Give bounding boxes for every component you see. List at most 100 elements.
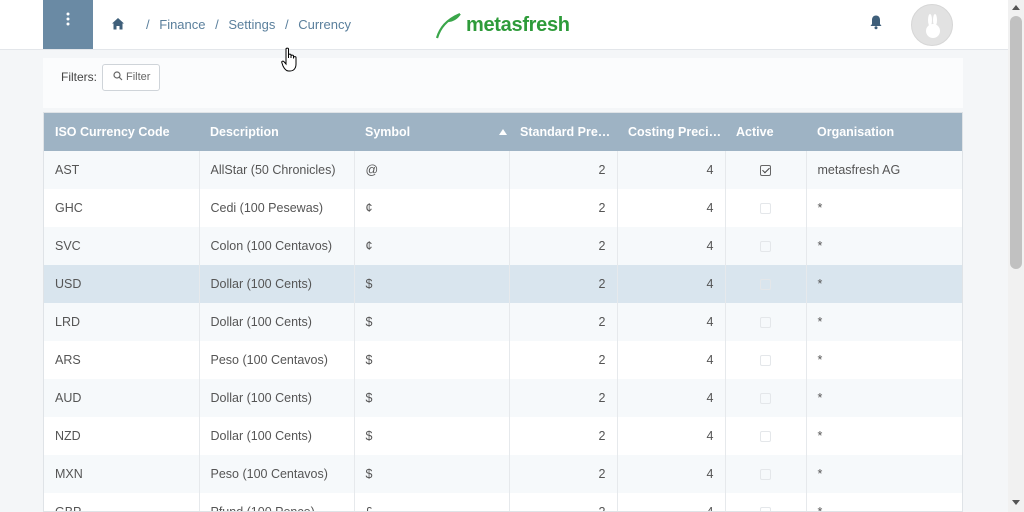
cell-organisation[interactable]: metasfresh AG [805, 151, 962, 189]
cell-organisation[interactable]: * [805, 189, 962, 227]
breadcrumb-item-currency[interactable]: Currency [298, 17, 351, 32]
breadcrumb-item-finance[interactable]: Finance [159, 17, 205, 32]
checkbox-unchecked-icon[interactable] [760, 203, 771, 215]
cell-description[interactable]: Colon (100 Centavos) [198, 227, 354, 265]
home-icon[interactable] [111, 17, 125, 31]
cell-active[interactable] [724, 303, 806, 341]
cell-iso-code[interactable]: MXN [44, 455, 199, 493]
cell-active[interactable] [724, 151, 806, 189]
cell-costing-precision[interactable]: 4 [616, 417, 725, 455]
table-row[interactable]: MXN Peso (100 Centavos) $2 4 * [44, 455, 962, 493]
filter-button[interactable]: Filter [102, 64, 160, 91]
cell-organisation[interactable]: * [805, 455, 962, 493]
column-header-costing-precision[interactable]: Costing Preci… [617, 113, 725, 151]
cell-description[interactable]: Dollar (100 Cents) [198, 417, 354, 455]
cell-iso-code[interactable]: AST [44, 151, 199, 189]
cell-description[interactable]: Dollar (100 Cents) [198, 303, 354, 341]
cell-iso-code[interactable]: AUD [44, 379, 199, 417]
table-row[interactable]: USD Dollar (100 Cents) $2 4 * [44, 265, 962, 303]
cell-organisation[interactable]: * [805, 379, 962, 417]
cell-costing-precision[interactable]: 4 [616, 265, 725, 303]
column-header-active[interactable]: Active [725, 113, 806, 151]
cell-symbol[interactable]: ¢ [353, 227, 509, 265]
menu-button[interactable] [43, 0, 93, 49]
cell-standard-precision[interactable]: 2 [508, 265, 617, 303]
cell-description[interactable]: AllStar (50 Chronicles) [198, 151, 354, 189]
cell-symbol[interactable]: £ [353, 493, 509, 511]
cell-symbol[interactable]: $ [353, 455, 509, 493]
table-row[interactable]: SVC Colon (100 Centavos) ¢ 2 4 * [44, 227, 962, 265]
scroll-down-arrow-icon[interactable] [1012, 500, 1020, 505]
vertical-scrollbar[interactable] [1008, 0, 1024, 512]
cell-active[interactable] [724, 227, 806, 265]
checkbox-unchecked-icon[interactable] [760, 507, 771, 511]
cell-iso-code[interactable]: USD [44, 265, 199, 303]
cell-description[interactable]: Peso (100 Centavos) [198, 455, 354, 493]
cell-organisation[interactable]: * [805, 227, 962, 265]
cell-description[interactable]: Cedi (100 Pesewas) [198, 189, 354, 227]
avatar[interactable] [911, 4, 953, 46]
checkbox-unchecked-icon[interactable] [760, 355, 771, 367]
column-header-description[interactable]: Description [199, 113, 354, 151]
cell-standard-precision[interactable]: 2 [508, 417, 617, 455]
cell-organisation[interactable]: * [805, 341, 962, 379]
cell-symbol[interactable]: @ [353, 151, 509, 189]
table-row[interactable]: ARS Peso (100 Centavos) $2 4 * [44, 341, 962, 379]
cell-costing-precision[interactable]: 4 [616, 341, 725, 379]
cell-active[interactable] [724, 379, 806, 417]
cell-iso-code[interactable]: SVC [44, 227, 199, 265]
column-header-symbol[interactable]: Symbol [354, 113, 509, 151]
scroll-up-arrow-icon[interactable] [1012, 5, 1020, 10]
table-row[interactable]: NZD Dollar (100 Cents) $2 4 * [44, 417, 962, 455]
column-header-standard-precision[interactable]: Standard Pre… [509, 113, 617, 151]
cell-symbol[interactable]: $ [353, 417, 509, 455]
breadcrumb-item-settings[interactable]: Settings [228, 17, 275, 32]
bell-icon[interactable] [869, 14, 883, 30]
cell-active[interactable] [724, 455, 806, 493]
checkbox-unchecked-icon[interactable] [760, 279, 771, 291]
cell-iso-code[interactable]: LRD [44, 303, 199, 341]
cell-symbol[interactable]: $ [353, 303, 509, 341]
cell-active[interactable] [724, 341, 806, 379]
cell-symbol[interactable]: $ [353, 341, 509, 379]
scroll-thumb[interactable] [1010, 16, 1022, 269]
cell-iso-code[interactable]: GBP [44, 493, 199, 511]
checkbox-unchecked-icon[interactable] [760, 317, 771, 329]
column-header-iso-code[interactable]: ISO Currency Code [44, 113, 199, 151]
cell-costing-precision[interactable]: 4 [616, 303, 725, 341]
cell-iso-code[interactable]: GHC [44, 189, 199, 227]
cell-organisation[interactable]: * [805, 417, 962, 455]
cell-costing-precision[interactable]: 4 [616, 493, 725, 511]
cell-organisation[interactable]: * [805, 493, 962, 511]
cell-standard-precision[interactable]: 2 [508, 455, 617, 493]
checkbox-unchecked-icon[interactable] [760, 469, 771, 481]
table-row[interactable]: AST AllStar (50 Chronicles) @2 4 metasfresh … [44, 151, 962, 189]
cell-standard-precision[interactable]: 2 [508, 227, 617, 265]
checkbox-unchecked-icon[interactable] [760, 393, 771, 405]
cell-description[interactable]: Pfund (100 Pence) [198, 493, 354, 511]
cell-iso-code[interactable]: ARS [44, 341, 199, 379]
cell-costing-precision[interactable]: 4 [616, 227, 725, 265]
cell-symbol[interactable]: $ [353, 379, 509, 417]
cell-standard-precision[interactable]: 2 [508, 303, 617, 341]
table-row[interactable]: GBP Pfund (100 Pence) £2 4 * [44, 493, 962, 511]
cell-standard-precision[interactable]: 2 [508, 493, 617, 511]
checkbox-unchecked-icon[interactable] [760, 431, 771, 443]
cell-active[interactable] [724, 417, 806, 455]
cell-description[interactable]: Dollar (100 Cents) [198, 379, 354, 417]
checkbox-checked-icon[interactable] [760, 165, 771, 177]
cell-standard-precision[interactable]: 2 [508, 189, 617, 227]
table-row[interactable]: LRD Dollar (100 Cents) $2 4 * [44, 303, 962, 341]
cell-costing-precision[interactable]: 4 [616, 379, 725, 417]
cell-costing-precision[interactable]: 4 [616, 151, 725, 189]
cell-organisation[interactable]: * [805, 265, 962, 303]
cell-standard-precision[interactable]: 2 [508, 341, 617, 379]
cell-standard-precision[interactable]: 2 [508, 151, 617, 189]
cell-standard-precision[interactable]: 2 [508, 379, 617, 417]
cell-active[interactable] [724, 265, 806, 303]
cell-costing-precision[interactable]: 4 [616, 189, 725, 227]
cell-symbol[interactable]: ¢ [353, 189, 509, 227]
checkbox-unchecked-icon[interactable] [760, 241, 771, 253]
cell-active[interactable] [724, 493, 806, 511]
table-row[interactable]: AUD Dollar (100 Cents) $2 4 * [44, 379, 962, 417]
